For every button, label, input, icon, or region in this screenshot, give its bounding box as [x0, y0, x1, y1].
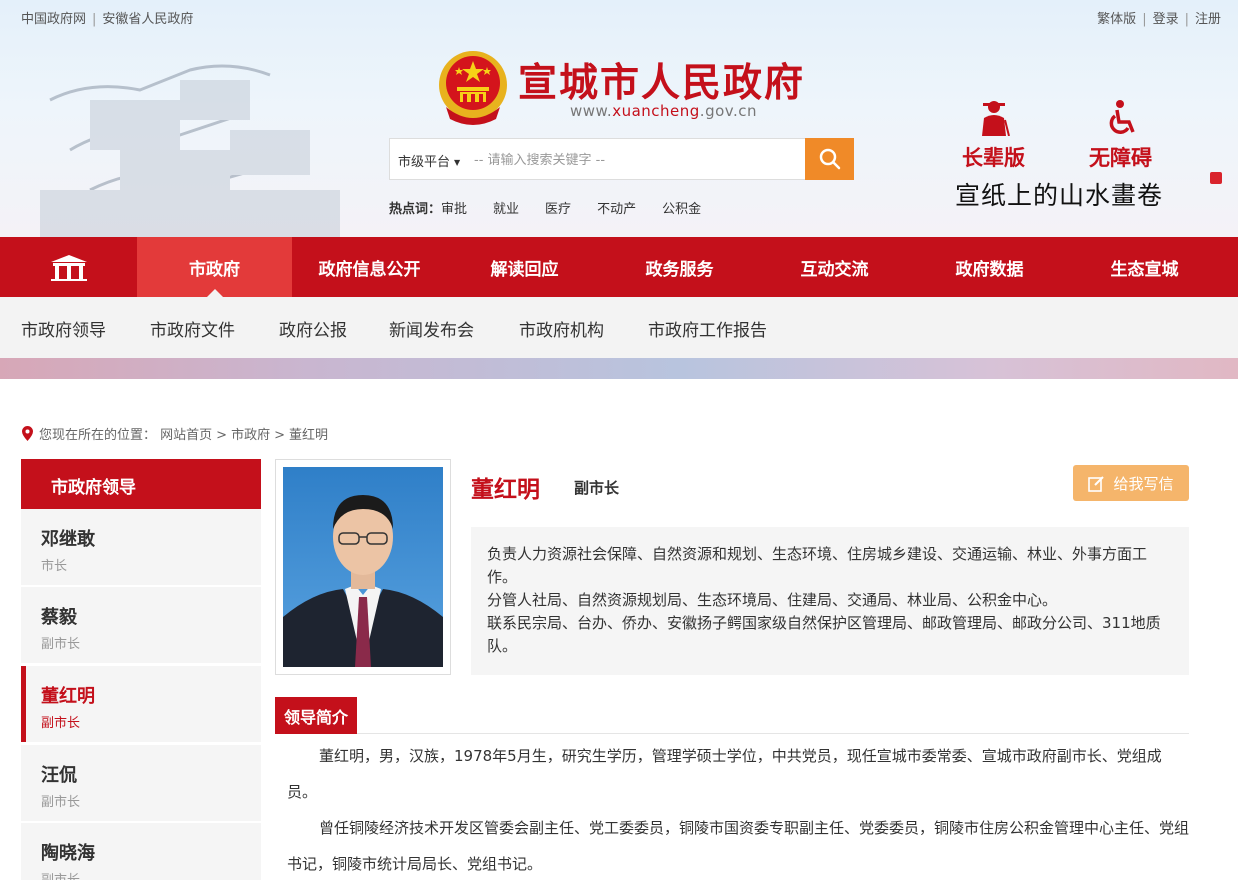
bio-paragraph: 曾任铜陵经济技术开发区管委会副主任、党工委委员，铜陵市国资委专职副主任、党委委员… — [287, 819, 1190, 873]
sidebar-leader-item[interactable]: 汪侃 副市长 — [21, 745, 261, 821]
elder-mode-button[interactable]: 长辈版 — [962, 100, 1025, 172]
write-letter-button[interactable]: 给我写信 — [1073, 465, 1189, 501]
accessibility-button[interactable]: 无障碍 — [1089, 100, 1152, 172]
breadcrumb: 您现在所在的位置： 网站首页 > 市政府 > 董红明 — [22, 424, 328, 443]
seal-stamp — [1210, 172, 1222, 184]
edit-icon — [1088, 475, 1105, 492]
leader-title: 副市长 — [41, 637, 81, 652]
nav-info-disclosure[interactable]: 政府信息公开 — [292, 237, 447, 297]
link-login[interactable]: 登录 — [1153, 12, 1179, 27]
bio-paragraph: 董红明，男，汉族，1978年5月生，研究生学历，管理学硕士学位，中共党员，现任宣… — [287, 747, 1162, 801]
subnav-press-conference[interactable]: 新闻发布会 — [389, 316, 474, 341]
sub-nav: 市政府领导 市政府文件 政府公报 新闻发布会 市政府机构 市政府工作报告 — [0, 297, 1238, 358]
leader-photo-frame — [275, 459, 451, 675]
nav-home[interactable] — [0, 237, 137, 297]
search-input[interactable] — [474, 149, 794, 171]
hot-word[interactable]: 公积金 — [662, 202, 701, 217]
leader-title-heading: 副市长 — [574, 479, 620, 497]
search-icon — [819, 148, 840, 170]
link-anhui-gov[interactable]: 安徽省人民政府 — [102, 12, 193, 27]
hui-architecture-illustration — [40, 64, 340, 237]
nav-gov-data[interactable]: 政府数据 — [912, 237, 1067, 297]
duty-line: 联系民宗局、台办、侨办、安徽扬子鳄国家级自然保护区管理局、邮政管理局、邮政分公司… — [487, 614, 1161, 655]
national-emblem-icon[interactable] — [436, 47, 510, 127]
wheelchair-icon — [1109, 100, 1135, 134]
duty-line: 分管人社局、自然资源规划局、生态环境局、住建局、交通局、林业局、公积金中心。 — [487, 591, 1058, 609]
hot-words-label: 热点词： — [389, 202, 442, 217]
subnav-work-report[interactable]: 市政府工作报告 — [648, 316, 767, 341]
search-bar: 市级平台 ▼ — [389, 138, 854, 180]
main-nav: 市政府 政府信息公开 解读回应 政务服务 互动交流 政府数据 生态宣城 — [0, 237, 1238, 297]
breadcrumb-current: 董红明 — [289, 428, 329, 443]
leader-title: 副市长 — [41, 716, 81, 731]
top-utility-bar: 中国政府网 | 安徽省人民政府 繁体版 | 登录 | 注册 — [21, 12, 1221, 27]
caret-down-icon: ▼ — [454, 158, 461, 167]
nav-interpretation[interactable]: 解读回应 — [447, 237, 602, 297]
hot-word[interactable]: 审批 — [441, 202, 467, 217]
leader-name: 邓继敢 — [41, 529, 95, 550]
section-divider — [357, 733, 1189, 734]
subnav-leaders[interactable]: 市政府领导 — [21, 316, 106, 341]
leader-name: 汪侃 — [41, 765, 77, 786]
duty-line: 负责人力资源社会保障、自然资源和规划、生态环境、住房城乡建设、交通运输、林业、外… — [487, 545, 1148, 586]
sidebar-title: 市政府领导 — [21, 459, 261, 509]
leader-bio: 董红明，男，汉族，1978年5月生，研究生学历，管理学硕士学位，中共党员，现任宣… — [287, 738, 1189, 880]
hot-word[interactable]: 医疗 — [545, 202, 571, 217]
sidebar-leader-item[interactable]: 邓继敢 市长 — [21, 509, 261, 585]
link-traditional[interactable]: 繁体版 — [1097, 12, 1136, 27]
search-scope-select[interactable]: 市级平台 ▼ — [398, 151, 460, 170]
leader-duties: 负责人力资源社会保障、自然资源和规划、生态环境、住房城乡建设、交通运输、林业、外… — [471, 527, 1189, 675]
site-title: 宣城市人民政府 — [518, 60, 806, 106]
hot-words: 热点词：审批 就业 医疗 不动产 公积金 — [389, 198, 727, 217]
subnav-documents[interactable]: 市政府文件 — [150, 316, 235, 341]
nav-city-government[interactable]: 市政府 — [137, 237, 292, 297]
header-banner: 中国政府网 | 安徽省人民政府 繁体版 | 登录 | 注册 宣城市人民政府 www.xuan… — [0, 0, 1238, 237]
sidebar-leader-item-active[interactable]: 董红明 副市长 — [21, 666, 261, 742]
leader-title: 市长 — [41, 559, 68, 574]
leader-portrait — [283, 467, 443, 667]
leader-name-heading: 董红明 — [471, 477, 540, 503]
hot-word[interactable]: 就业 — [493, 202, 519, 217]
subnav-agencies[interactable]: 市政府机构 — [519, 316, 604, 341]
home-gate-icon — [50, 255, 87, 281]
breadcrumb-prefix: 您现在所在的位置： — [39, 428, 157, 443]
bio-section-title: 领导简介 — [275, 697, 357, 734]
search-button[interactable] — [805, 138, 854, 180]
leader-title: 副市长 — [41, 869, 261, 880]
sidebar-leader-item[interactable]: 陶晓海 副市长 — [21, 823, 261, 880]
leader-title: 副市长 — [41, 795, 81, 810]
breadcrumb-city-gov[interactable]: 市政府 — [231, 428, 270, 443]
decorative-stripe — [0, 358, 1238, 379]
hot-word[interactable]: 不动产 — [597, 202, 636, 217]
site-url: www.xuancheng.gov.cn — [570, 102, 757, 120]
slogan: 宣纸上的山水畫卷 — [955, 181, 1164, 210]
link-register[interactable]: 注册 — [1195, 12, 1221, 27]
nav-eco-xuancheng[interactable]: 生态宣城 — [1067, 237, 1222, 297]
nav-interaction[interactable]: 互动交流 — [757, 237, 912, 297]
breadcrumb-home[interactable]: 网站首页 — [160, 428, 212, 443]
nav-gov-services[interactable]: 政务服务 — [602, 237, 757, 297]
elder-person-icon — [981, 101, 1010, 137]
leader-name: 陶晓海 — [41, 843, 95, 864]
link-gov-cn[interactable]: 中国政府网 — [21, 12, 86, 27]
sidebar-leader-item[interactable]: 蔡毅 副市长 — [21, 587, 261, 663]
subnav-gazette[interactable]: 政府公报 — [279, 316, 347, 341]
leader-name: 蔡毅 — [41, 607, 77, 628]
location-pin-icon — [22, 426, 33, 441]
leader-name: 董红明 — [41, 686, 95, 707]
